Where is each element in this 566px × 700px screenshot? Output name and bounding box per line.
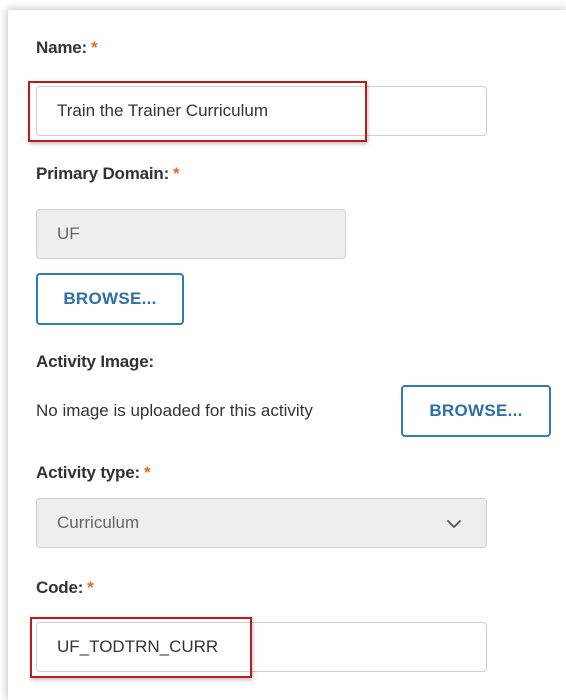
code-input[interactable]: UF_TODTRN_CURR xyxy=(36,622,487,672)
name-input[interactable]: Train the Trainer Curriculum xyxy=(36,86,487,136)
activity-image-label: Activity Image: xyxy=(36,352,154,371)
primary-domain-browse-button[interactable]: BROWSE... xyxy=(36,273,184,325)
no-image-text: No image is uploaded for this activity xyxy=(36,401,313,420)
code-input-value: UF_TODTRN_CURR xyxy=(57,637,219,656)
required-asterisk: * xyxy=(87,578,94,597)
required-asterisk: * xyxy=(143,463,151,482)
activity-type-label: Activity type: * xyxy=(36,463,151,482)
browse-button-label: BROWSE... xyxy=(429,401,523,420)
name-input-value: Train the Trainer Curriculum xyxy=(57,101,268,120)
required-asterisk: * xyxy=(90,38,98,57)
primary-domain-label: Primary Domain: * xyxy=(36,164,180,183)
activity-type-select[interactable]: Curriculum xyxy=(36,498,487,548)
code-label: Code: * xyxy=(36,578,94,597)
activity-image-browse-button[interactable]: BROWSE... xyxy=(401,385,551,437)
chevron-down-icon xyxy=(447,520,461,528)
primary-domain-field: UF xyxy=(36,209,346,259)
primary-domain-value: UF xyxy=(57,224,80,243)
name-label: Name: * xyxy=(36,38,98,57)
activity-type-selected: Curriculum xyxy=(57,513,140,532)
required-asterisk: * xyxy=(173,164,180,183)
browse-button-label: BROWSE... xyxy=(63,289,157,308)
